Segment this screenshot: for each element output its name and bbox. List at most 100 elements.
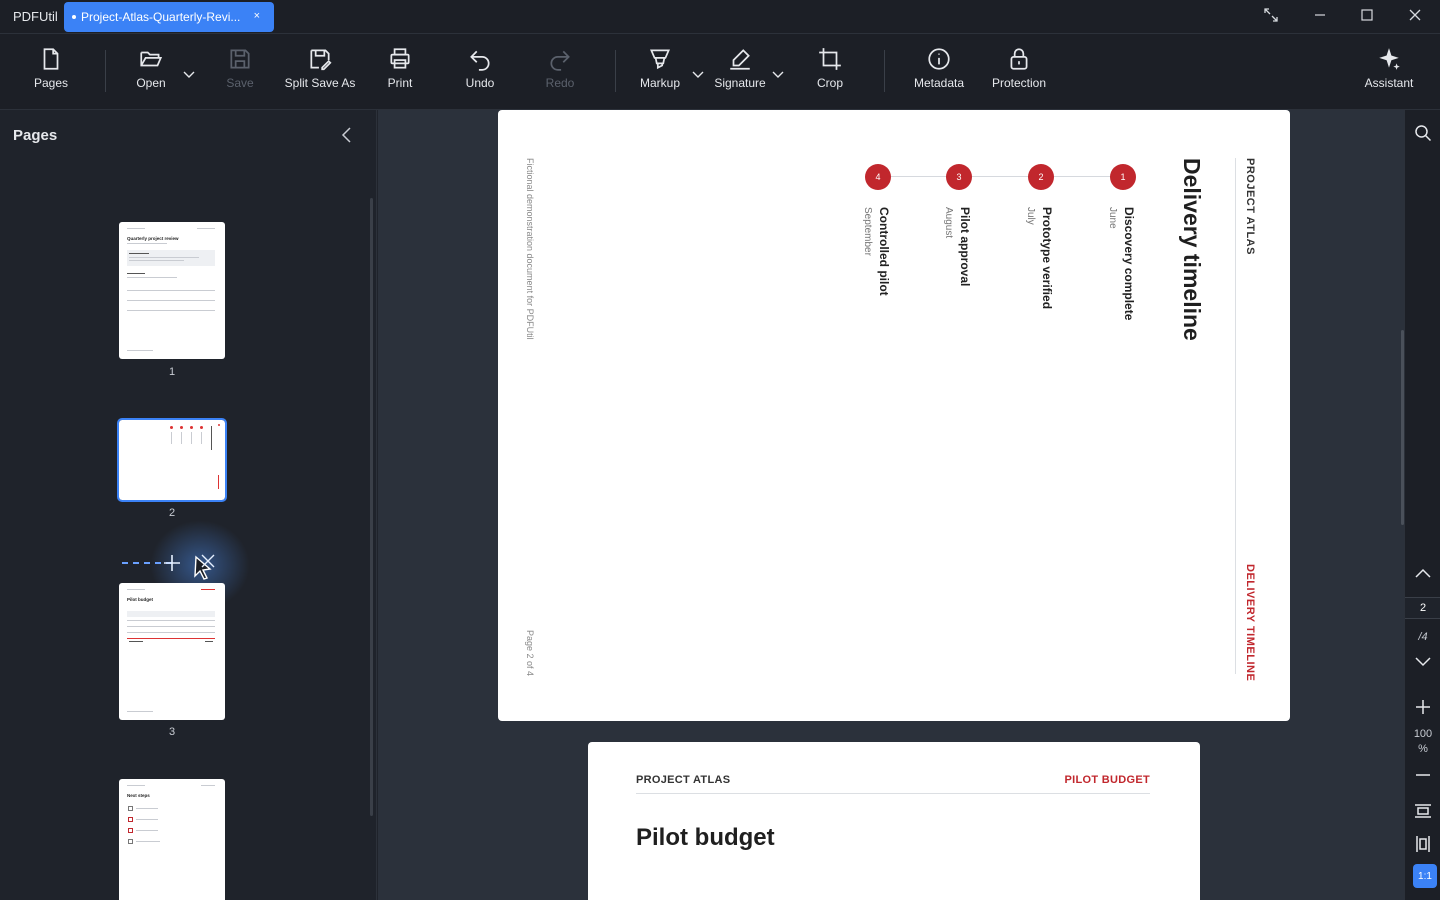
undo-button[interactable]: Undo — [440, 46, 520, 96]
signature-button[interactable]: Signature — [700, 46, 780, 96]
markup-button[interactable]: Markup — [620, 46, 700, 96]
assistant-button[interactable]: Assistant — [1349, 46, 1429, 96]
timeline-step-marker: 1 — [1110, 164, 1136, 190]
collapse-sidebar-chevron-icon[interactable] — [338, 126, 356, 144]
timeline-step-month: July — [1025, 207, 1036, 225]
timeline-step-marker: 3 — [946, 164, 972, 190]
print-label: Print — [387, 76, 413, 90]
fullscreen-button[interactable] — [1251, 0, 1291, 30]
close-window-button[interactable] — [1395, 0, 1435, 30]
header-divider — [1235, 158, 1236, 674]
zoom-level[interactable]: 100 — [1405, 728, 1440, 740]
minimize-button[interactable] — [1300, 0, 1340, 30]
highlighter-icon — [650, 49, 670, 70]
page-header-left: PROJECT ATLAS — [1244, 158, 1256, 255]
timeline-step-title: Pilot approval — [958, 207, 972, 287]
page-header-left: PROJECT ATLAS — [636, 774, 731, 786]
drag-cursor-icon — [194, 554, 215, 580]
save-as-icon — [310, 49, 332, 71]
metadata-button[interactable]: Metadata — [899, 46, 979, 96]
plus-icon — [1416, 700, 1430, 714]
toolbar-divider — [884, 50, 885, 92]
page-thumbnail-number: 3 — [168, 726, 176, 738]
search-icon — [1415, 125, 1432, 142]
protection-button[interactable]: Protection — [979, 46, 1059, 96]
timeline-step-month: September — [862, 207, 873, 256]
crop-label: Crop — [816, 76, 843, 90]
page-thumbnail-4[interactable]: Next steps — [119, 779, 225, 900]
zoom-out-button[interactable] — [1405, 760, 1440, 790]
actual-size-button[interactable]: 1:1 — [1413, 864, 1437, 888]
zoom-unit: % — [1418, 743, 1428, 755]
timeline-step-month: August — [943, 207, 954, 239]
page-header-right: PILOT BUDGET — [1064, 774, 1150, 786]
timeline-step-marker: 4 — [865, 164, 891, 190]
document-tab[interactable]: Project-Atlas-Quarterly-Revi... × — [64, 2, 274, 32]
signature-label: Signature — [714, 76, 766, 90]
info-icon — [928, 48, 950, 70]
zoom-in-button[interactable] — [1405, 692, 1440, 722]
unsaved-dot-icon — [72, 15, 76, 19]
search-button[interactable] — [1405, 118, 1440, 148]
page-thumbnail-2[interactable] — [117, 418, 227, 502]
split-save-as-label: Split Save As — [284, 76, 356, 90]
chevron-up-icon — [1415, 568, 1431, 578]
sidebar-title: Pages — [13, 127, 58, 144]
close-tab-button[interactable]: × — [254, 10, 260, 22]
minus-icon — [1416, 774, 1430, 776]
toolbar-divider — [615, 50, 616, 92]
maximize-button[interactable] — [1347, 0, 1387, 30]
total-pages: /4 — [1418, 631, 1428, 643]
signature-dropdown-chevron-icon[interactable] — [770, 66, 786, 82]
thumbnail-heading: Next steps — [127, 793, 150, 798]
page-thumbnail-number: 2 — [168, 507, 176, 519]
chevron-down-icon — [1415, 657, 1431, 667]
fit-page-button[interactable] — [1405, 829, 1440, 859]
open-button[interactable]: Open — [111, 46, 191, 96]
undo-icon — [470, 50, 490, 71]
redo-icon — [550, 50, 570, 71]
print-button[interactable]: Print — [360, 46, 440, 96]
document-tab-title: Project-Atlas-Quarterly-Revi... — [81, 10, 241, 24]
sparkle-icon — [1379, 48, 1400, 70]
actual-size-label: 1:1 — [1418, 870, 1432, 882]
crop-icon — [819, 48, 841, 70]
title-bar: PDFUtil Project-Atlas-Quarterly-Revi... … — [0, 0, 1440, 34]
document-page-3[interactable]: PROJECT ATLAS PILOT BUDGET Pilot budget — [588, 742, 1200, 900]
crop-button[interactable]: Crop — [790, 46, 870, 96]
split-save-as-button[interactable]: Split Save As — [280, 46, 360, 96]
page-thumbnail-1[interactable]: Quarterly project review — [119, 222, 225, 359]
redo-label: Redo — [545, 76, 575, 90]
page-title: Delivery timeline — [1179, 158, 1205, 341]
document-page-2[interactable]: PROJECT ATLAS DELIVERY TIMELINE Delivery… — [498, 110, 1290, 721]
timeline-step-title: Controlled pilot — [877, 207, 891, 296]
expand-icon — [1264, 8, 1278, 22]
pen-icon — [730, 49, 750, 70]
fit-width-icon — [1415, 804, 1431, 818]
page-number-field[interactable]: 2 — [1405, 597, 1440, 619]
sidebar-scrollbar[interactable] — [370, 198, 373, 816]
redo-button[interactable]: Redo — [520, 46, 600, 96]
next-page-button[interactable] — [1405, 646, 1440, 676]
undo-label: Undo — [465, 76, 495, 90]
protection-label: Protection — [991, 76, 1047, 90]
page-icon — [43, 48, 59, 70]
page-thumbnail-3[interactable]: Pilot budget — [119, 583, 225, 720]
save-label: Save — [226, 76, 254, 90]
minimize-icon — [1315, 14, 1325, 16]
folder-open-icon — [140, 51, 163, 67]
document-canvas[interactable]: PROJECT ATLAS DELIVERY TIMELINE Delivery… — [378, 110, 1404, 900]
printer-icon — [390, 48, 410, 69]
fit-width-button[interactable] — [1405, 796, 1440, 826]
toolbar-divider — [105, 50, 106, 92]
save-button[interactable]: Save — [200, 46, 280, 96]
thumbnail-heading: Quarterly project review — [127, 236, 179, 241]
current-page-number: 2 — [1419, 602, 1427, 614]
open-dropdown-chevron-icon[interactable] — [181, 66, 197, 82]
timeline-step-title: Prototype verified — [1040, 207, 1054, 310]
timeline-step-month: June — [1107, 207, 1118, 229]
pages-button[interactable]: Pages — [11, 46, 91, 96]
app-name: PDFUtil — [13, 9, 58, 24]
open-label: Open — [136, 76, 166, 90]
previous-page-button[interactable] — [1405, 559, 1440, 589]
